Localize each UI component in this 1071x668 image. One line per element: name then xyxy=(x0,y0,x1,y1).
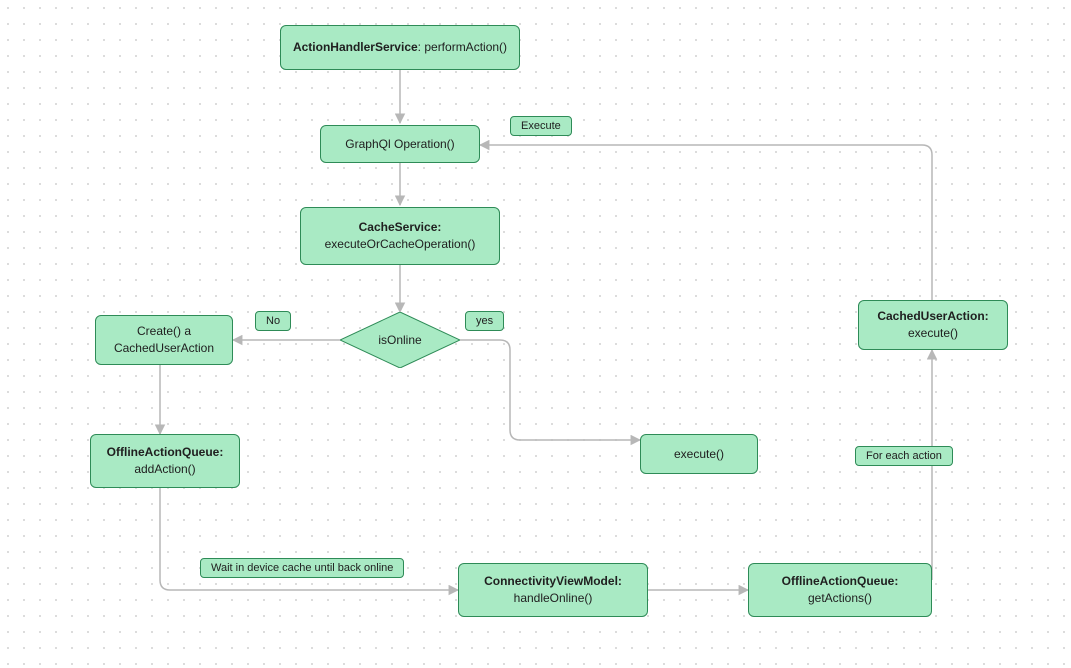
node-action-handler-service: ActionHandlerService: performAction() xyxy=(280,25,520,70)
edge-label-yes: yes xyxy=(465,311,504,331)
node-subtitle: addAction() xyxy=(134,461,195,478)
node-offline-action-queue-get: OfflineActionQueue: getActions() xyxy=(748,563,932,617)
edge-label-wait-in-cache: Wait in device cache until back online xyxy=(200,558,404,578)
node-subtitle: : performAction() xyxy=(418,40,507,54)
node-title: CacheService: xyxy=(359,219,442,236)
node-title: OfflineActionQueue: xyxy=(782,573,899,590)
node-title: OfflineActionQueue: xyxy=(107,444,224,461)
node-subtitle: handleOnline() xyxy=(514,590,593,607)
node-create-cached-user-action: Create() a CachedUserAction xyxy=(95,315,233,365)
edge-label-for-each-action: For each action xyxy=(855,446,953,466)
node-line1: Create() a xyxy=(137,323,191,340)
node-title: ConnectivityViewModel: xyxy=(484,573,622,590)
node-line2: CachedUserAction xyxy=(114,340,214,357)
node-title: CachedUserAction: xyxy=(877,308,988,325)
edge-label-no: No xyxy=(255,311,291,331)
node-text: execute() xyxy=(674,446,724,463)
node-subtitle: getActions() xyxy=(808,590,872,607)
node-text: GraphQl Operation() xyxy=(345,136,454,153)
node-title: ActionHandlerService xyxy=(293,40,418,54)
node-offline-action-queue-add: OfflineActionQueue: addAction() xyxy=(90,434,240,488)
node-execute: execute() xyxy=(640,434,758,474)
decision-label: isOnline xyxy=(340,312,460,368)
node-graphql-operation: GraphQl Operation() xyxy=(320,125,480,163)
node-cache-service: CacheService: executeOrCacheOperation() xyxy=(300,207,500,265)
edge-label-execute: Execute xyxy=(510,116,572,136)
node-subtitle: execute() xyxy=(908,325,958,342)
node-is-online-decision: isOnline xyxy=(340,312,460,368)
node-subtitle: executeOrCacheOperation() xyxy=(325,236,476,253)
node-cached-user-action-execute: CachedUserAction: execute() xyxy=(858,300,1008,350)
node-connectivity-view-model: ConnectivityViewModel: handleOnline() xyxy=(458,563,648,617)
